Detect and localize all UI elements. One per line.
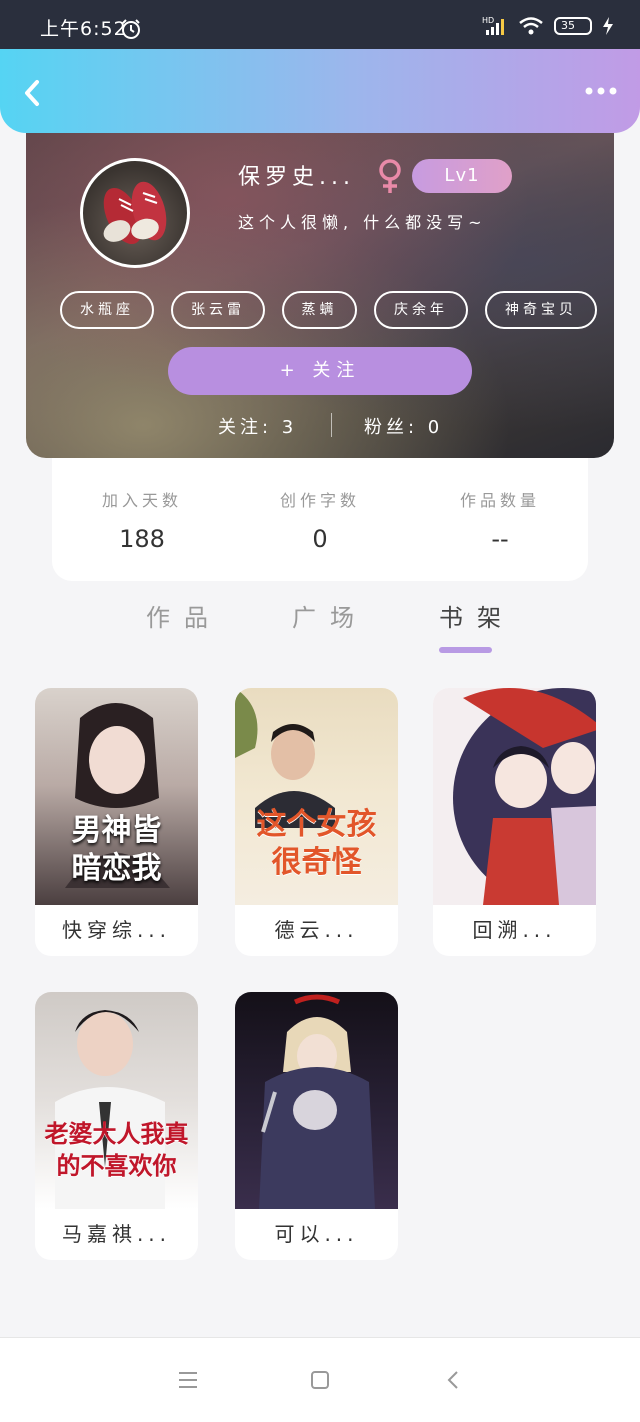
cover-illustration — [259, 994, 375, 1209]
menu-icon[interactable] — [176, 1368, 200, 1392]
tag-item[interactable]: 神奇宝贝 — [485, 291, 597, 329]
stat-word-count: 创作字数 0 — [240, 487, 400, 553]
back-nav-icon[interactable] — [442, 1368, 466, 1392]
status-bar: 上午6:52 HD 35 — [0, 0, 640, 50]
alarm-icon — [122, 19, 140, 39]
stat-join-days: 加入天数 188 — [62, 487, 222, 553]
follow-stats: 关注: 3 粉丝: 0 — [26, 411, 614, 441]
cover-illustration — [453, 688, 596, 905]
book-cover: 老婆大人我真 的不喜欢你 — [35, 992, 198, 1209]
back-icon[interactable] — [20, 79, 44, 107]
stat-label: 加入天数 — [101, 491, 182, 510]
tab-works[interactable]: 作品 — [146, 598, 222, 633]
stat-value: 0 — [312, 525, 328, 553]
signal-icon: HD — [482, 16, 504, 35]
tab-square[interactable]: 广场 — [292, 598, 368, 633]
cover-text: 男神皆 暗恋我 — [71, 813, 162, 886]
tab-bookshelf[interactable]: 书架 — [439, 598, 515, 633]
tag-item[interactable]: 庆余年 — [374, 291, 468, 329]
book-title: 德云... — [274, 918, 359, 942]
book-cover: 男神皆 暗恋我 — [35, 688, 198, 905]
more-icon[interactable] — [584, 84, 618, 98]
female-gender-icon — [379, 159, 401, 193]
sneakers-image — [103, 181, 167, 245]
stat-value: 188 — [119, 525, 165, 553]
tag-item[interactable]: 水瓶座 — [60, 291, 154, 329]
top-bar — [0, 49, 640, 133]
status-time: 上午6:52 — [40, 18, 127, 40]
stats-panel: 加入天数 188 创作字数 0 作品数量 -- — [52, 455, 588, 581]
book-card[interactable]: 可以... — [235, 992, 398, 1260]
book-card[interactable]: 回溯... — [433, 688, 596, 956]
book-card[interactable]: 男神皆 暗恋我 快穿综... — [35, 688, 198, 956]
divider — [331, 413, 332, 437]
tag-item[interactable]: 蒸螨 — [282, 291, 357, 329]
book-cover: 这个女孩 很奇怪 — [235, 688, 398, 905]
level-badge: Lv1 — [412, 159, 512, 193]
book-cover — [433, 688, 596, 905]
book-title: 快穿综... — [61, 918, 172, 942]
profile-bio: 这个人很懒, 什么都没写~ — [238, 213, 487, 232]
stat-works-count: 作品数量 -- — [420, 487, 580, 553]
home-icon[interactable] — [308, 1368, 332, 1392]
cover-text: 老婆大人我真 的不喜欢你 — [44, 1119, 189, 1180]
book-title: 回溯... — [472, 918, 557, 942]
book-title: 马嘉祺... — [61, 1222, 172, 1246]
book-cover — [235, 992, 398, 1209]
username: 保罗史... — [238, 165, 355, 190]
tag-item[interactable]: 张云雷 — [171, 291, 265, 329]
stat-label: 创作字数 — [279, 491, 360, 510]
system-nav-bar — [0, 1337, 640, 1422]
book-card[interactable]: 老婆大人我真 的不喜欢你 马嘉祺... — [35, 992, 198, 1260]
tab-indicator — [439, 647, 492, 653]
battery-indicator: 35 — [554, 17, 592, 35]
avatar[interactable] — [80, 158, 190, 268]
tag-list: 水瓶座 张云雷 蒸螨 庆余年 神奇宝贝 — [60, 291, 597, 329]
profile-card: 保罗史... Lv1 这个人很懒, 什么都没写~ 水瓶座 张云雷 蒸螨 庆余年 … — [26, 133, 614, 458]
fans-count[interactable]: 粉丝: 0 — [364, 413, 443, 439]
cover-text: 这个女孩 很奇怪 — [256, 807, 377, 880]
book-title: 可以... — [274, 1222, 359, 1246]
book-card[interactable]: 这个女孩 很奇怪 德云... — [235, 688, 398, 956]
charging-icon — [603, 17, 613, 35]
wifi-icon — [519, 17, 543, 35]
following-count[interactable]: 关注: 3 — [218, 413, 297, 439]
network-label: HD — [482, 16, 494, 25]
status-icons: HD 35 — [482, 16, 614, 36]
tab-bar: 作品 广场 书架 — [0, 598, 640, 658]
stat-value: -- — [491, 525, 509, 553]
stat-label: 作品数量 — [459, 491, 540, 510]
follow-button[interactable]: + 关注 — [168, 347, 472, 395]
